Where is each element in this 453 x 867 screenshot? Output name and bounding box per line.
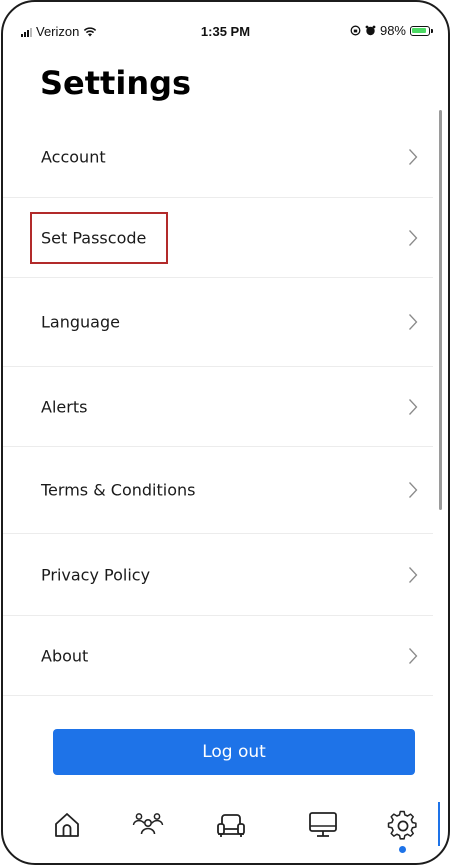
chevron-right-icon xyxy=(409,314,418,330)
settings-item-label: Alerts xyxy=(41,397,88,416)
tab-monitor[interactable] xyxy=(293,802,353,858)
settings-item-about[interactable]: About xyxy=(3,616,433,696)
chevron-right-icon xyxy=(409,149,418,165)
settings-item-privacy[interactable]: Privacy Policy xyxy=(3,534,433,616)
battery-percent: 98% xyxy=(379,23,406,38)
logout-button[interactable]: Log out xyxy=(53,729,415,775)
settings-item-terms[interactable]: Terms & Conditions xyxy=(3,447,433,534)
settings-item-label: Terms & Conditions xyxy=(41,480,196,500)
tab-people[interactable] xyxy=(118,802,178,858)
settings-item-account[interactable]: Account xyxy=(3,117,433,198)
settings-item-label: Language xyxy=(41,312,120,332)
settings-item-label: About xyxy=(41,646,89,665)
active-tab-indicator xyxy=(399,846,406,853)
status-bar: Verizon 1:35 PM 98% xyxy=(3,2,448,46)
chevron-right-icon xyxy=(409,398,418,415)
phone-frame: Verizon 1:35 PM 98% Settings Account Set… xyxy=(1,0,450,865)
home-icon xyxy=(55,813,79,837)
chevron-right-icon xyxy=(409,229,418,246)
tab-sofa[interactable] xyxy=(201,802,261,858)
settings-item-language[interactable]: Language xyxy=(3,278,433,367)
chevron-right-icon xyxy=(409,482,418,498)
people-icon xyxy=(132,813,164,835)
settings-item-alerts[interactable]: Alerts xyxy=(3,367,433,447)
scroll-edge-indicator xyxy=(438,802,440,846)
page-title: Settings xyxy=(40,64,192,102)
chevron-right-icon xyxy=(409,647,418,664)
tab-settings[interactable] xyxy=(373,802,433,858)
tab-bar xyxy=(3,802,448,862)
orientation-lock-icon xyxy=(350,25,361,36)
sofa-icon xyxy=(217,814,245,837)
status-right: 98% xyxy=(350,23,433,38)
alarm-icon xyxy=(365,25,376,36)
settings-item-label: Privacy Policy xyxy=(41,565,151,584)
chevron-right-icon xyxy=(409,566,418,583)
scroll-indicator[interactable] xyxy=(439,110,442,510)
tab-home[interactable] xyxy=(37,802,97,858)
highlight-box xyxy=(30,212,168,264)
settings-item-label: Account xyxy=(41,147,106,167)
battery-icon xyxy=(410,25,433,36)
gear-icon xyxy=(387,810,417,840)
monitor-icon xyxy=(309,812,337,837)
